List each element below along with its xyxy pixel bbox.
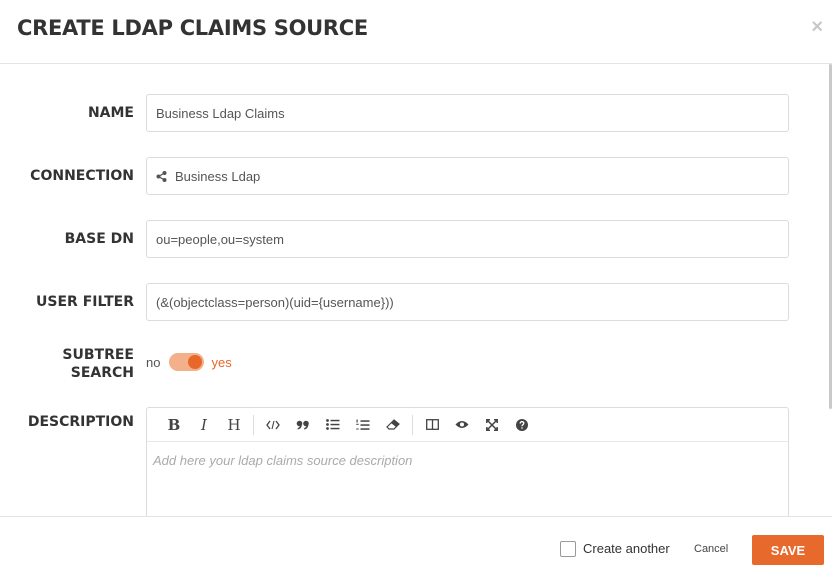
bold-icon[interactable]: B [159, 413, 189, 437]
eraser-icon[interactable] [378, 413, 408, 437]
subtree-search-toggle-group: no yes [146, 353, 232, 371]
connection-select[interactable]: Business Ldap [146, 157, 789, 195]
preview-icon[interactable] [447, 413, 477, 437]
italic-icon[interactable]: I [189, 413, 219, 437]
description-label: DESCRIPTION [27, 414, 134, 430]
description-textarea[interactable]: Add here your ldap claims source descrip… [147, 442, 788, 479]
save-button[interactable]: SAVE [752, 535, 824, 565]
close-icon[interactable]: × [811, 17, 823, 37]
toggle-on-label: yes [211, 354, 232, 370]
user-filter-value: (&(objectclass=person)(uid={username})) [156, 294, 394, 310]
toggle-knob [188, 355, 203, 369]
name-label: NAME [87, 105, 134, 121]
toolbar-divider [412, 414, 413, 435]
toggle-off-label: no [146, 354, 161, 370]
modal-footer: Create another Cancel SAVE [0, 516, 832, 568]
connection-value: Business Ldap [175, 168, 261, 184]
base-dn-input[interactable]: ou=people,ou=system [146, 220, 789, 258]
cancel-button[interactable]: Cancel [694, 543, 728, 555]
fullscreen-icon[interactable] [477, 413, 507, 437]
create-another-checkbox[interactable] [560, 541, 576, 557]
subtree-search-label-line1: SUBTREE [62, 347, 134, 363]
heading-icon[interactable]: H [219, 413, 249, 437]
modal-header: CREATE LDAP CLAIMS SOURCE × [0, 0, 832, 64]
toolbar-divider [253, 414, 254, 435]
unordered-list-icon[interactable] [318, 413, 348, 437]
description-editor: B I H Add here your ldap claims source d… [146, 407, 789, 527]
name-input-value: Business Ldap Claims [156, 105, 285, 121]
name-input[interactable]: Business Ldap Claims [146, 94, 789, 132]
ordered-list-icon[interactable] [348, 413, 378, 437]
side-by-side-icon[interactable] [417, 413, 447, 437]
user-filter-input[interactable]: (&(objectclass=person)(uid={username})) [146, 283, 789, 321]
modal-title: CREATE LDAP CLAIMS SOURCE [17, 16, 368, 40]
quote-icon[interactable] [288, 413, 318, 437]
create-another-label[interactable]: Create another [583, 541, 670, 556]
connection-label: CONNECTION [30, 168, 134, 184]
help-icon[interactable] [507, 413, 537, 437]
code-icon[interactable] [258, 413, 288, 437]
editor-toolbar: B I H [147, 408, 788, 442]
user-filter-label: USER FILTER [36, 294, 134, 310]
subtree-search-label-line2: SEARCH [70, 365, 134, 381]
base-dn-value: ou=people,ou=system [156, 231, 284, 247]
base-dn-label: BASE DN [64, 231, 134, 247]
subtree-search-label: SUBTREE SEARCH [62, 346, 134, 382]
share-icon [156, 170, 167, 182]
subtree-search-toggle[interactable] [169, 353, 205, 371]
